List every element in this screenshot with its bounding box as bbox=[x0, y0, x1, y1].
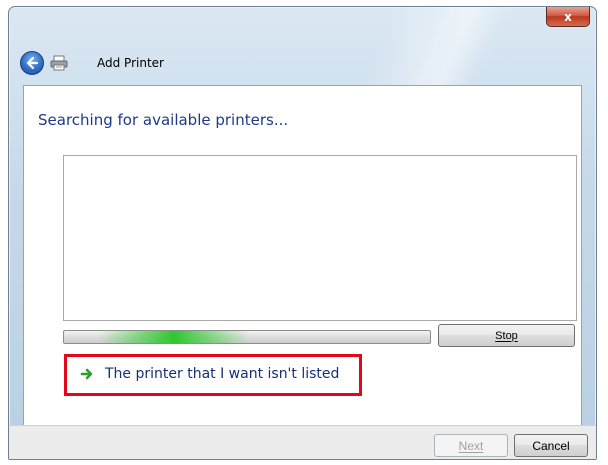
back-arrow-icon bbox=[26, 56, 39, 70]
navigation-bar: Add Printer bbox=[9, 45, 596, 81]
printer-not-listed-link[interactable]: The printer that I want isn't listed bbox=[64, 354, 362, 396]
footer-bar: Next Cancel bbox=[9, 425, 596, 459]
cancel-button[interactable]: Cancel bbox=[514, 434, 588, 457]
next-button-label: Next bbox=[458, 438, 484, 453]
stop-button[interactable]: Stop bbox=[438, 324, 575, 347]
stop-button-label: Stop bbox=[495, 329, 518, 342]
next-button[interactable]: Next bbox=[434, 434, 508, 457]
close-button[interactable]: x bbox=[546, 7, 590, 27]
search-progress-bar bbox=[63, 330, 431, 344]
content-panel: Searching for available printers... Stop… bbox=[23, 85, 582, 428]
add-printer-window: x Add Printer Searching for available pr… bbox=[8, 6, 597, 460]
page-heading: Searching for available printers... bbox=[38, 111, 289, 129]
printer-icon bbox=[50, 55, 68, 71]
back-button[interactable] bbox=[20, 51, 44, 75]
green-arrow-icon bbox=[80, 368, 93, 380]
printer-not-listed-label: The printer that I want isn't listed bbox=[105, 366, 340, 382]
printer-list[interactable] bbox=[63, 155, 577, 321]
cancel-button-label: Cancel bbox=[532, 438, 570, 453]
window-title: Add Printer bbox=[97, 56, 164, 70]
progress-indicator bbox=[98, 331, 249, 343]
close-icon: x bbox=[564, 9, 572, 24]
